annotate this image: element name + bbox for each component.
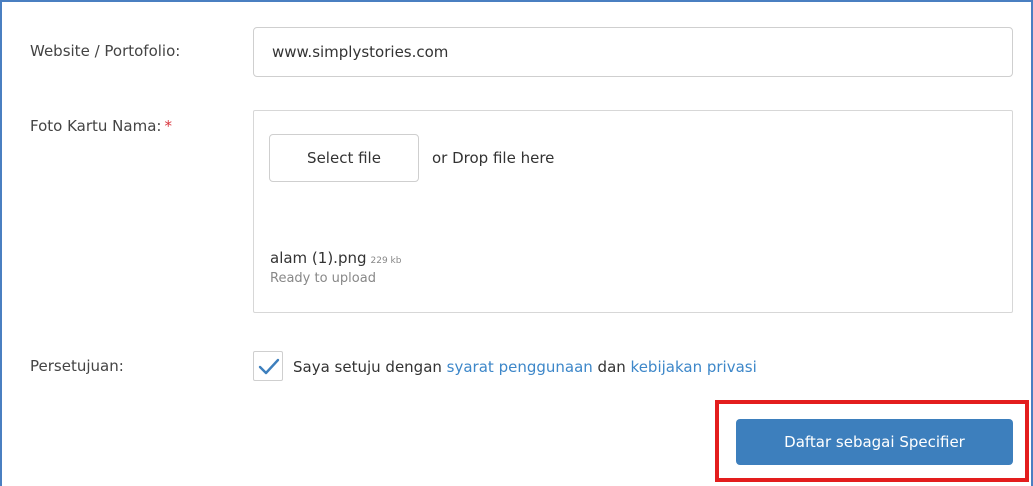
- consent-text-before: Saya setuju dengan: [293, 358, 447, 376]
- card-photo-label-text: Foto Kartu Nama:: [30, 117, 162, 135]
- consent-label: Persetujuan:: [30, 357, 124, 375]
- consent-text-middle: dan: [592, 358, 631, 376]
- checkmark-icon: [258, 358, 280, 375]
- website-input[interactable]: [253, 27, 1013, 77]
- terms-link[interactable]: syarat penggunaan: [447, 358, 593, 376]
- file-status: Ready to upload: [270, 271, 376, 286]
- select-file-button[interactable]: Select file: [269, 134, 419, 182]
- drop-hint: or Drop file here: [432, 149, 555, 167]
- consent-checkbox[interactable]: [253, 351, 283, 381]
- consent-text: Saya setuju dengan syarat penggunaan dan…: [293, 358, 757, 376]
- file-size: 229 kb: [370, 256, 402, 266]
- required-marker: *: [164, 117, 172, 135]
- file-name: alam (1).png: [270, 249, 367, 267]
- register-specifier-button[interactable]: Daftar sebagai Specifier: [736, 419, 1013, 465]
- form-panel: Website / Portofolio: Foto Kartu Nama:* …: [0, 0, 1033, 486]
- card-photo-label: Foto Kartu Nama: *: [30, 117, 172, 135]
- uploaded-file: alam (1).png 229 kb: [270, 249, 401, 267]
- privacy-link[interactable]: kebijakan privasi: [631, 358, 757, 376]
- file-dropzone[interactable]: Select file or Drop file here alam (1).p…: [253, 110, 1013, 313]
- website-label: Website / Portofolio:: [30, 42, 181, 60]
